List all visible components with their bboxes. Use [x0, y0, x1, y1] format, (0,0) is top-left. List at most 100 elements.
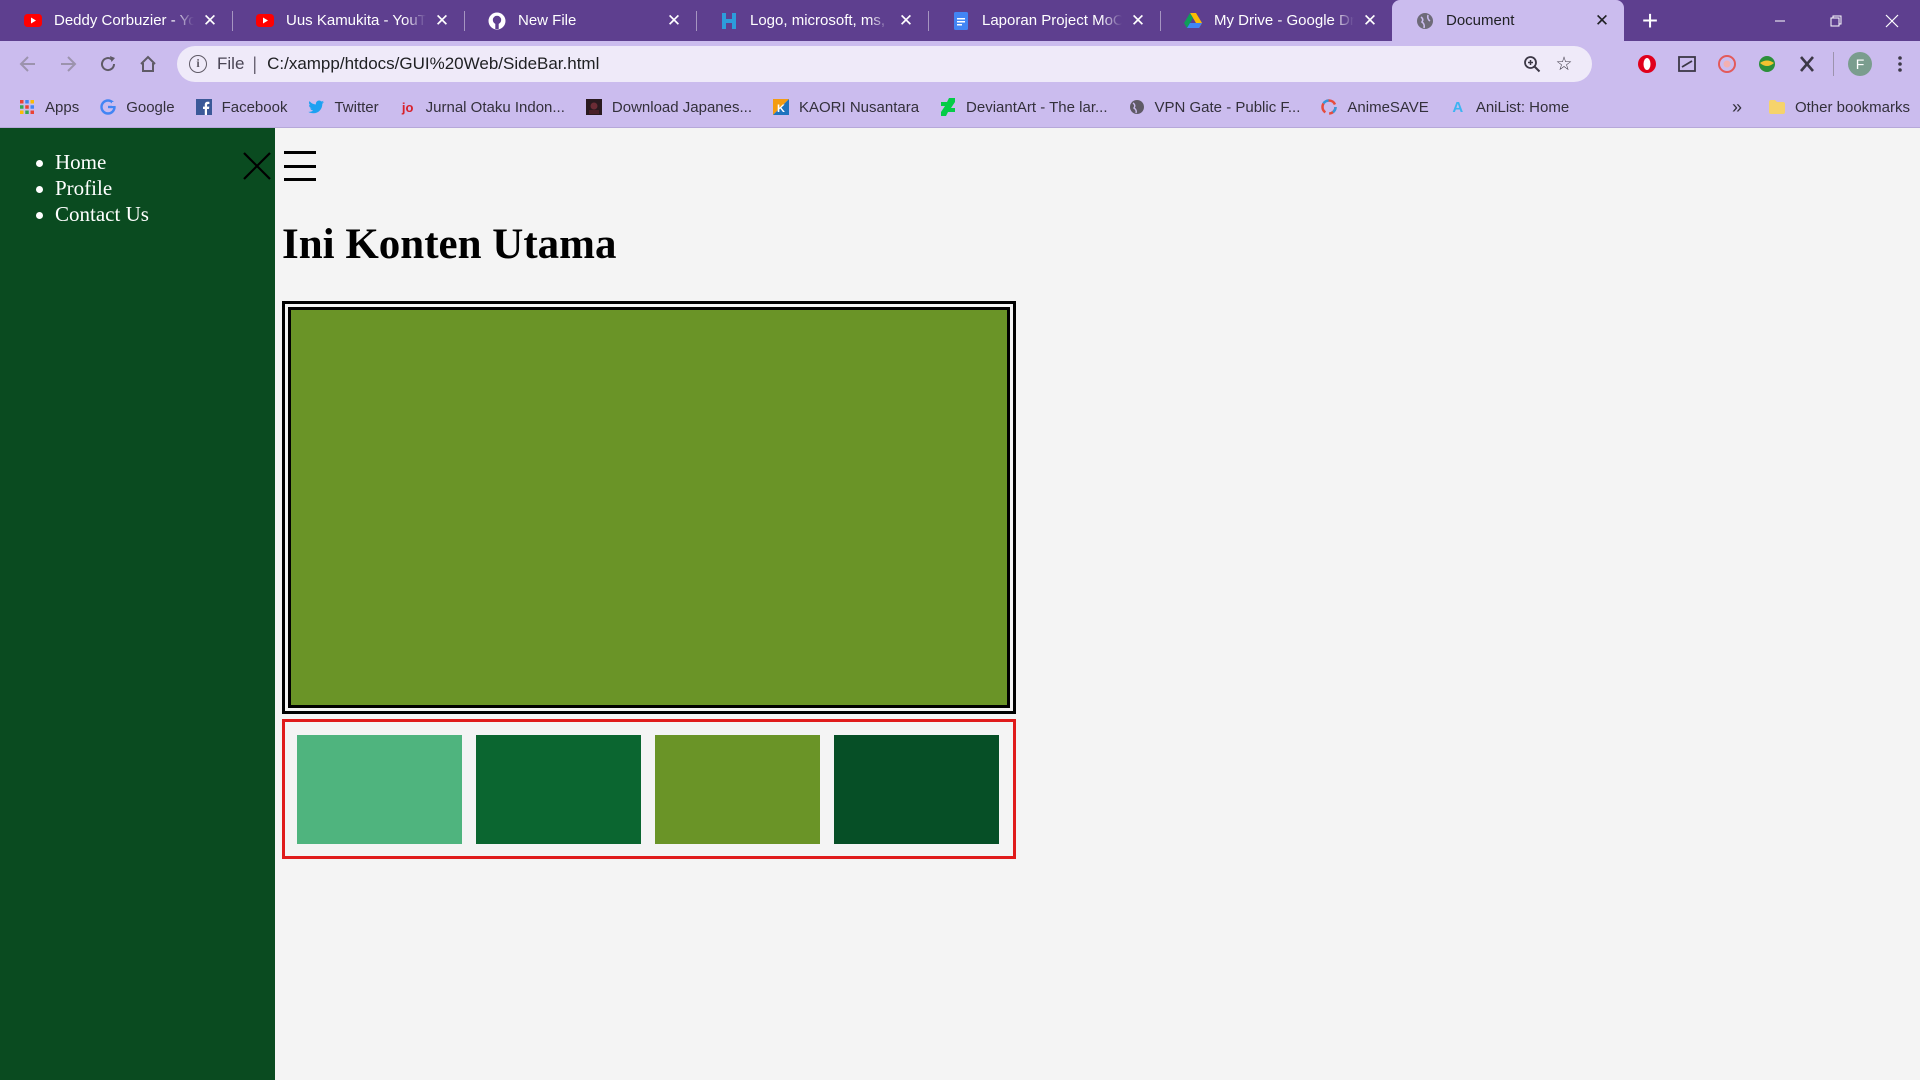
jurnal-otaku-icon: jo [401, 99, 414, 115]
svg-text:K: K [777, 103, 785, 115]
restore-button[interactable] [1808, 0, 1864, 41]
tab-title: New File [518, 12, 577, 29]
bookmark-label: Twitter [334, 98, 379, 116]
bookmark-label: Google [126, 98, 175, 116]
tab-uus-kamukita[interactable]: Uus Kamukita - YouTube ✕ [232, 0, 464, 41]
toolbar-divider [1833, 52, 1834, 76]
bookmark-star-icon[interactable]: ☆ [1548, 48, 1580, 80]
restore-icon [1830, 15, 1842, 26]
address-url[interactable]: C:/xampp/htdocs/GUI%20Web/SideBar.html [267, 54, 1516, 74]
profile-button[interactable]: F [1840, 44, 1880, 84]
tab-title: Laporan Project MoCa [982, 12, 1122, 29]
sidebar-item-contact-us[interactable]: Contact Us [36, 201, 149, 227]
tab-title: My Drive - Google Drive [1214, 12, 1354, 29]
sidebar-item-home[interactable]: Home [36, 149, 149, 175]
x-extension-icon[interactable] [1787, 44, 1827, 84]
browser-menu-button[interactable] [1880, 44, 1920, 84]
bookmark-facebook[interactable]: Facebook [185, 91, 298, 123]
bookmark-label: Facebook [221, 98, 288, 116]
tab-laporan-project[interactable]: Laporan Project MoCa ✕ [928, 0, 1160, 41]
hamburger-bar [284, 151, 316, 154]
close-icon [1885, 14, 1899, 27]
minimize-button[interactable] [1752, 0, 1808, 41]
bookmark-jurnal-otaku[interactable]: jo Jurnal Otaku Indon... [389, 91, 575, 123]
color-swatch [834, 735, 999, 844]
bookmark-label: AnimeSAVE [1347, 98, 1429, 116]
new-tab-button[interactable]: + [1630, 0, 1670, 41]
tab-document[interactable]: Document ✕ [1392, 0, 1624, 41]
info-icon[interactable]: i [189, 55, 207, 73]
home-button[interactable] [128, 44, 168, 84]
bookmark-kaori-nusantara[interactable]: K KAORI Nusantara [762, 91, 929, 123]
page-viewport: Home Profile Contact Us Ini Konten Utama [0, 128, 1920, 1080]
tab-title: Deddy Corbuzier - YouTube [54, 12, 194, 29]
bookmark-anilist[interactable]: A AniList: Home [1439, 91, 1579, 123]
back-button[interactable] [8, 44, 48, 84]
folder-icon [1768, 98, 1786, 116]
screenshot-extension-icon[interactable] [1667, 44, 1707, 84]
tab-close-icon[interactable]: ✕ [1360, 11, 1380, 31]
vpngate-icon [1128, 98, 1146, 116]
close-window-button[interactable] [1864, 0, 1920, 41]
hamburger-bar [284, 164, 316, 168]
address-separator: | [252, 53, 258, 74]
tab-logo-microsoft[interactable]: Logo, microsoft, ms, ka ✕ [696, 0, 928, 41]
home-icon [140, 55, 156, 72]
tab-close-icon[interactable]: ✕ [432, 11, 452, 31]
bookmark-label: Download Japanes... [611, 98, 752, 116]
tab-close-icon[interactable]: ✕ [1592, 11, 1612, 31]
sidebar: Home Profile Contact Us [0, 128, 275, 1080]
google-icon [99, 98, 117, 116]
recorder-extension-icon[interactable] [1707, 44, 1747, 84]
tab-my-drive[interactable]: My Drive - Google Drive ✕ [1160, 0, 1392, 41]
other-bookmarks-folder[interactable]: Other bookmarks [1758, 91, 1920, 123]
browser-toolbar: i File | C:/xampp/htdocs/GUI%20Web/SideB… [0, 41, 1920, 87]
tab-new-file[interactable]: New File ✕ [464, 0, 696, 41]
bookmark-label: KAORI Nusantara [798, 98, 920, 116]
bookmark-apps[interactable]: Apps [8, 91, 89, 123]
zoom-icon[interactable] [1516, 48, 1548, 80]
tab-list: Deddy Corbuzier - YouTube ✕ Uus Kamukita… [0, 0, 1624, 41]
address-bar[interactable]: i File | C:/xampp/htdocs/GUI%20Web/SideB… [177, 46, 1592, 82]
tab-close-icon[interactable]: ✕ [664, 11, 684, 31]
hamburger-bar [284, 178, 316, 181]
tab-deddy-corbuzier[interactable]: Deddy Corbuzier - YouTube ✕ [0, 0, 232, 41]
reload-button[interactable] [88, 44, 128, 84]
hamburger-menu-icon[interactable] [284, 151, 316, 181]
sidebar-close-icon[interactable] [241, 150, 273, 182]
vpn-extension-icon[interactable] [1747, 44, 1787, 84]
opera-extension-icon[interactable] [1627, 44, 1667, 84]
bookmark-vpn-gate[interactable]: VPN Gate - Public F... [1118, 91, 1311, 123]
forward-button[interactable] [48, 44, 88, 84]
reload-icon [101, 56, 116, 72]
address-scheme-label: File [217, 54, 245, 73]
tab-close-icon[interactable]: ✕ [1128, 11, 1148, 31]
image-site-icon [720, 12, 738, 30]
sidebar-item-profile[interactable]: Profile [36, 175, 149, 201]
bookmark-google[interactable]: Google [89, 91, 184, 123]
anilist-icon: A [1452, 98, 1464, 116]
github-icon [488, 12, 506, 30]
bookmark-deviantart[interactable]: DeviantArt - The lar... [929, 91, 1117, 123]
tab-close-icon[interactable]: ✕ [896, 11, 916, 31]
tab-title: Uus Kamukita - YouTube [286, 12, 426, 29]
page-title: Ini Konten Utama [282, 221, 617, 268]
youtube-icon [24, 12, 42, 30]
bookmarks-bar: Apps Google Facebook Twitter jo Jurnal O… [0, 87, 1920, 128]
forward-arrow-icon [61, 56, 77, 72]
apps-grid-icon [18, 98, 36, 116]
bookmark-twitter[interactable]: Twitter [297, 91, 388, 123]
bookmark-download-japanese[interactable]: Download Japanes... [575, 91, 762, 123]
deviantart-icon [939, 98, 957, 116]
color-swatch [655, 735, 820, 844]
bookmarks-overflow-button[interactable]: » [1732, 91, 1742, 123]
tab-close-icon[interactable]: ✕ [200, 11, 220, 31]
minimize-icon [1775, 20, 1785, 21]
extensions-area: F [1627, 41, 1920, 87]
bookmark-label: VPN Gate - Public F... [1154, 98, 1301, 116]
hero-block [288, 307, 1010, 708]
kaori-icon: K [772, 98, 790, 116]
twitter-icon [307, 98, 325, 116]
bookmark-animesave[interactable]: AnimeSAVE [1310, 91, 1438, 123]
avatar: F [1848, 52, 1872, 76]
